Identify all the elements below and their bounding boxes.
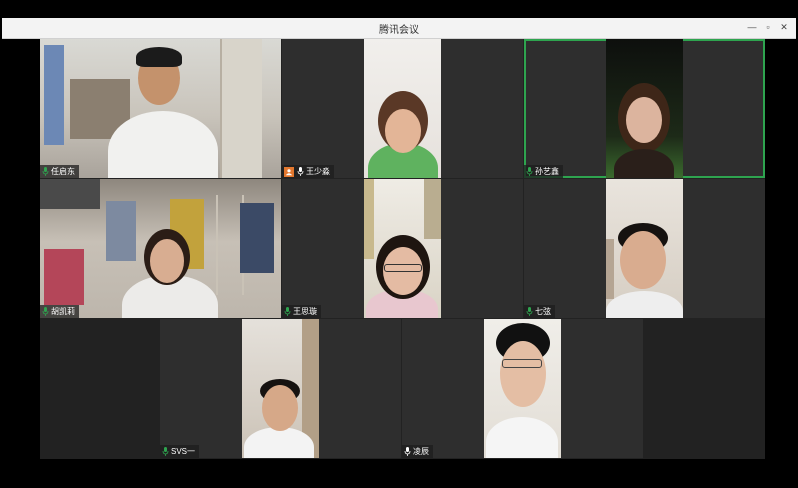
name-tag: 胡凯莉	[40, 305, 79, 318]
name-tag: 七弦	[524, 305, 555, 318]
video-grid: 任启东 王少淼 孙艺鑫 胡凯莉 王思璇 七弦 SVS一 凌辰	[40, 39, 765, 459]
participant-name: 凌辰	[413, 447, 429, 456]
participant-video	[364, 39, 441, 178]
microphone-icon	[42, 167, 49, 176]
participant-name: 王少淼	[306, 167, 330, 176]
participant-tile[interactable]: 凌辰	[402, 319, 643, 458]
meeting-app: 腾讯会议 — ▫ ✕ 任启东 王少淼 孙艺鑫 胡凯莉 王思璇 七弦 SVS一 凌…	[0, 0, 798, 488]
participant-video	[40, 39, 281, 178]
minimize-button[interactable]: —	[746, 20, 758, 34]
name-tag: 凌辰	[402, 445, 433, 458]
participant-video	[606, 39, 683, 178]
close-button[interactable]: ✕	[778, 20, 790, 34]
microphone-icon	[404, 447, 411, 456]
window-controls: — ▫ ✕	[746, 20, 790, 34]
microphone-icon	[297, 167, 304, 176]
participant-video	[364, 179, 441, 318]
participant-video	[484, 319, 561, 458]
participant-tile[interactable]: 任启东	[40, 39, 281, 178]
window-title: 腾讯会议	[379, 25, 419, 36]
participant-tile[interactable]: 王思璇	[282, 179, 523, 318]
name-tag: SVS一	[160, 445, 200, 458]
participant-tile[interactable]: 七弦	[524, 179, 765, 318]
microphone-icon	[162, 447, 169, 456]
participant-name: 任启东	[51, 167, 75, 176]
name-tag: 任启东	[40, 165, 79, 178]
participant-tile[interactable]: 胡凯莉	[40, 179, 281, 318]
participant-tile[interactable]: SVS一	[160, 319, 401, 458]
microphone-icon	[526, 167, 533, 176]
participant-name: SVS一	[171, 447, 196, 456]
participant-video	[40, 179, 281, 318]
participant-name: 王思璇	[293, 307, 317, 316]
name-tag: 王少淼	[282, 165, 334, 178]
participant-name: 七弦	[535, 307, 551, 316]
microphone-icon	[42, 307, 49, 316]
participant-tile[interactable]: 王少淼	[282, 39, 523, 178]
participant-video	[606, 179, 683, 318]
host-badge-icon	[284, 166, 294, 177]
microphone-icon	[284, 307, 291, 316]
name-tag: 王思璇	[282, 305, 321, 318]
maximize-button[interactable]: ▫	[762, 20, 774, 34]
name-tag: 孙艺鑫	[524, 165, 563, 178]
title-bar: 腾讯会议 — ▫ ✕	[2, 18, 796, 39]
participant-name: 胡凯莉	[51, 307, 75, 316]
participant-video	[242, 319, 319, 458]
participant-tile-active-speaker[interactable]: 孙艺鑫	[524, 39, 765, 178]
participant-name: 孙艺鑫	[535, 167, 559, 176]
microphone-icon	[526, 307, 533, 316]
